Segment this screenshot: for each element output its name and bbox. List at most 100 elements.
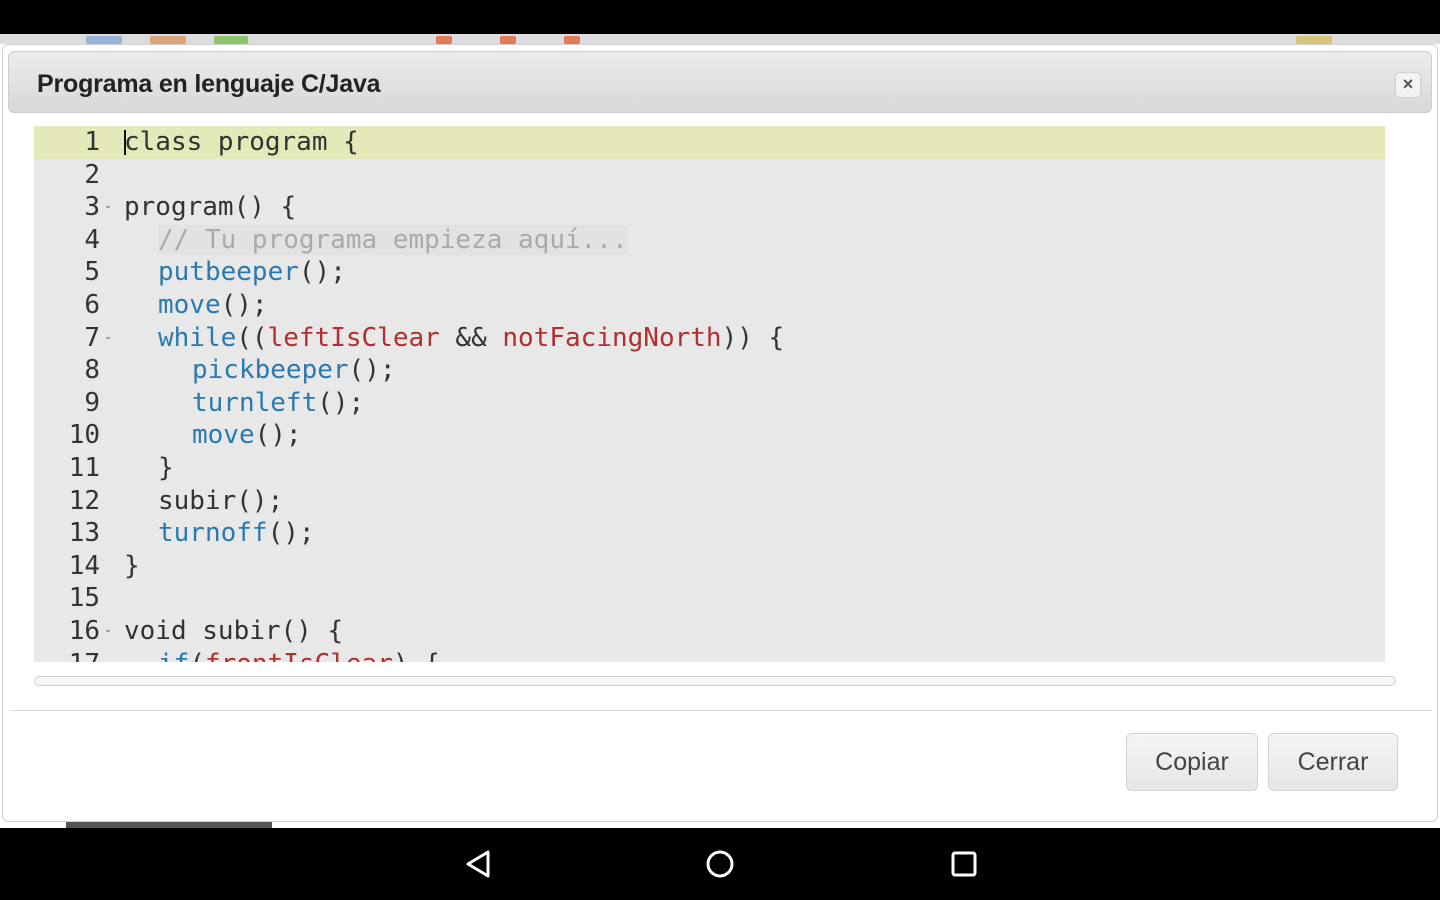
code-line[interactable]: 14}: [34, 550, 1385, 583]
line-number: 17: [34, 648, 100, 663]
code-token: ();: [348, 355, 396, 386]
code-text: }: [124, 452, 174, 485]
line-number: 10: [68, 420, 100, 451]
screen: Programa en lenguaje C/Java × 1 class pro…: [0, 0, 1440, 900]
code-text: while((leftIsClear && notFacingNorth)) {: [124, 322, 784, 355]
code-token: subir();: [158, 485, 284, 516]
line-number: 7: [84, 322, 100, 353]
code-text: turnleft();: [124, 387, 364, 420]
code-line[interactable]: 2: [34, 159, 1385, 192]
line-number: 11: [68, 452, 100, 483]
code-line[interactable]: 17-if(frontIsClear) {: [34, 648, 1385, 663]
line-number: 1: [84, 127, 100, 157]
code-line[interactable]: 1 class program {: [34, 126, 1385, 159]
code-line[interactable]: 16- void subir() {: [34, 615, 1385, 648]
background-icon: [436, 36, 452, 44]
code-text: if(frontIsClear) {: [124, 648, 440, 663]
code-token-kw-fn: turnoff: [158, 518, 268, 549]
code-line[interactable]: 13 turnoff();: [34, 517, 1385, 550]
copy-button[interactable]: Copiar: [1126, 733, 1258, 791]
code-token-kw-fn: turnleft: [192, 387, 318, 418]
android-nav-bar: [0, 828, 1440, 900]
fold-arrow-icon[interactable]: -: [104, 191, 112, 224]
dialog-titlebar[interactable]: Programa en lenguaje C/Java ×: [8, 51, 1432, 113]
code-token: }: [158, 452, 174, 483]
code-token: ) {: [393, 649, 440, 663]
code-token-kw-fn: pickbeeper: [192, 355, 349, 386]
line-number: 12: [68, 485, 100, 516]
code-token: ();: [317, 387, 365, 418]
code-token-kw-fn: move: [192, 420, 255, 451]
code-dialog: Programa en lenguaje C/Java × 1 class pro…: [2, 44, 1438, 822]
code-token: &&: [439, 322, 503, 353]
code-text: // Tu programa empieza aquí...: [124, 224, 628, 257]
line-number: 6: [84, 289, 100, 320]
code-text: turnoff();: [124, 517, 315, 550]
line-number: 16: [68, 615, 100, 646]
code-token: )) {: [721, 322, 785, 353]
code-text: program() {: [124, 191, 296, 224]
horizontal-scrollbar[interactable]: [34, 676, 1396, 686]
code-line[interactable]: 9 turnleft();: [34, 387, 1385, 420]
background-icon: [1296, 36, 1332, 44]
code-token: ();: [220, 289, 268, 320]
background-icon: [500, 36, 516, 44]
code-token-kw-fn: putbeeper: [158, 257, 299, 288]
code-token: ();: [267, 518, 315, 549]
background-icon: [150, 36, 186, 44]
code-line[interactable]: 5 putbeeper();: [34, 256, 1385, 289]
fold-arrow-icon[interactable]: -: [104, 648, 112, 663]
code-token-kw-cond: notFacingNorth: [502, 322, 722, 353]
code-line[interactable]: 3- program() {: [34, 191, 1385, 224]
code-editor[interactable]: 1 class program {2 3- program() {4// Tu pro…: [34, 126, 1385, 662]
line-number: 9: [84, 387, 100, 418]
code-line[interactable]: 7- while((leftIsClear && notFacingNorth))…: [34, 322, 1385, 355]
code-text: pickbeeper();: [124, 354, 396, 387]
code-text: subir();: [124, 485, 283, 518]
code-line[interactable]: 6 move();: [34, 289, 1385, 322]
line-number: 14: [68, 550, 100, 581]
close-icon[interactable]: ×: [1395, 72, 1421, 98]
line-number: 3: [84, 192, 100, 223]
fold-arrow-icon[interactable]: -: [104, 615, 112, 648]
line-number: 13: [68, 518, 100, 549]
code-text: move();: [124, 419, 302, 452]
code-line[interactable]: 11}: [34, 452, 1385, 485]
code-token-kw-fn: move: [158, 289, 221, 320]
fold-arrow-icon[interactable]: -: [104, 322, 112, 355]
code-line[interactable]: 4 // Tu programa empieza aquí...: [34, 224, 1385, 257]
code-text: }: [124, 550, 140, 583]
background-icon: [86, 36, 122, 44]
code-token-kw-fn: if: [158, 649, 189, 663]
code-text: move();: [124, 289, 268, 322]
code-line[interactable]: 15: [34, 582, 1385, 615]
code-line[interactable]: 10 move();: [34, 419, 1385, 452]
code-text: void subir() {: [124, 615, 343, 648]
code-token: program() {: [124, 192, 297, 223]
code-text: class program {: [124, 126, 359, 159]
text-cursor: [124, 130, 126, 155]
background-icon: [214, 36, 248, 44]
code-token-kw-fn: while: [158, 322, 237, 353]
back-icon[interactable]: [460, 846, 496, 882]
code-comment: // Tu programa empieza aquí...: [158, 224, 628, 255]
line-number: 2: [84, 159, 100, 190]
line-number: 8: [84, 355, 100, 386]
close-button[interactable]: Cerrar: [1268, 733, 1398, 791]
code-line[interactable]: 8 pickbeeper();: [34, 354, 1385, 387]
code-token: ();: [254, 420, 302, 451]
home-icon[interactable]: [702, 846, 738, 882]
code-token: class program {: [124, 127, 359, 157]
line-number: 5: [84, 257, 100, 288]
recents-icon[interactable]: [946, 846, 982, 882]
code-token: ((: [236, 322, 268, 353]
code-token-kw-cond: leftIsClear: [267, 322, 440, 353]
code-text: putbeeper();: [124, 256, 346, 289]
line-number: 4: [84, 224, 100, 255]
dialog-divider: [10, 710, 1432, 711]
code-token: }: [124, 550, 140, 581]
dialog-title: Programa en lenguaje C/Java: [37, 70, 381, 98]
code-token: (: [189, 649, 205, 663]
code-line[interactable]: 12 subir();: [34, 485, 1385, 518]
code-token-kw-cond: frontIsClear: [205, 649, 393, 663]
